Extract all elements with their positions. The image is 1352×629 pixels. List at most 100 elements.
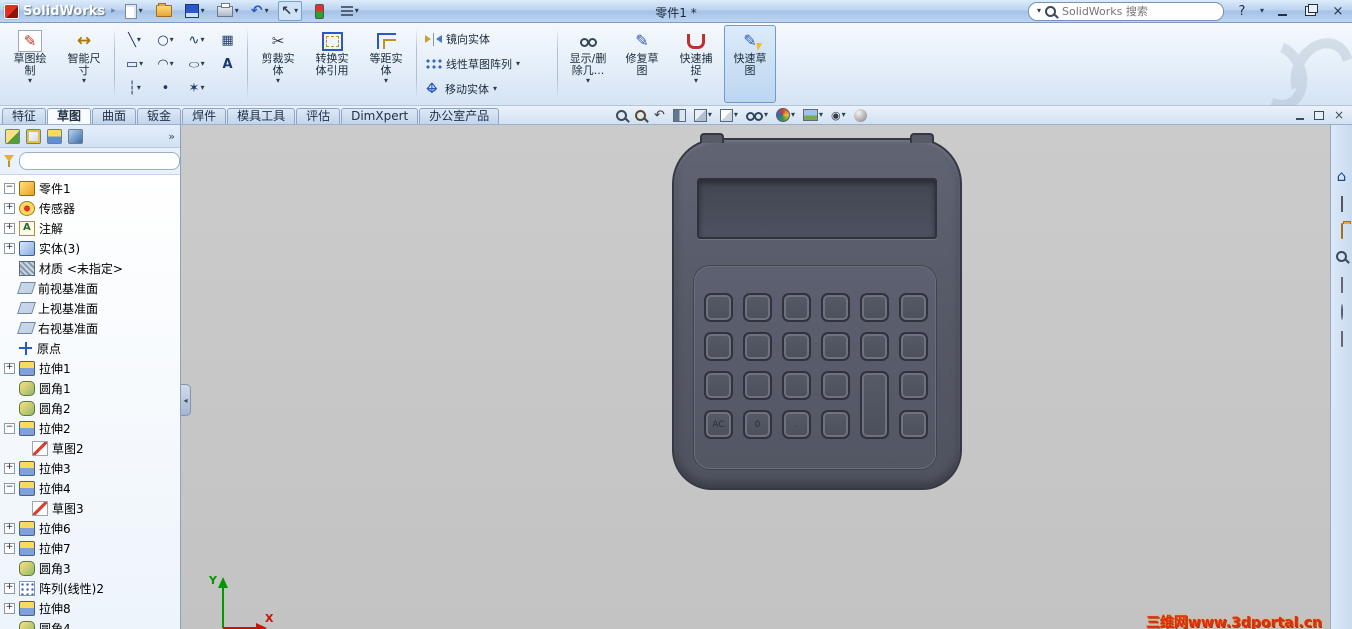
help-button[interactable]: ?: [1232, 3, 1252, 19]
tree-item-material[interactable]: 材质 <未指定>: [0, 258, 180, 278]
tree-item-solid-bodies[interactable]: + 实体(3): [0, 238, 180, 258]
sketch-button[interactable]: ✎ 草图绘制 ▾: [4, 25, 56, 103]
sketch-picture-button[interactable]: ▦: [212, 28, 243, 52]
calculator-display-face[interactable]: [697, 178, 937, 239]
tab-sheet-metal[interactable]: 钣金: [137, 108, 182, 124]
rapid-sketch-button[interactable]: ✎ 快速草图: [724, 25, 776, 103]
tab-dimxpert[interactable]: DimXpert: [341, 108, 419, 124]
collapse-box-icon[interactable]: −: [4, 182, 15, 194]
display-delete-relations-button[interactable]: 显示/删除几... ▾: [562, 25, 614, 103]
calculator-key[interactable]: [899, 410, 928, 439]
expand-box-icon[interactable]: +: [4, 582, 15, 594]
custom-properties-button[interactable]: [1340, 331, 1343, 347]
tree-item-right-plane[interactable]: 右视基准面: [0, 318, 180, 338]
tree-item-extrude4[interactable]: − 拉伸4: [0, 478, 180, 498]
toolbar-grip[interactable]: ▸: [111, 6, 116, 16]
text-tool-button[interactable]: A: [212, 52, 243, 76]
previous-view-button[interactable]: ↶: [654, 109, 665, 122]
calculator-key-tall[interactable]: [860, 371, 889, 439]
move-entities-button[interactable]: ↔ ↕ 移动实体 ▾: [423, 80, 551, 98]
arc-tool-button[interactable]: ◠ ▾: [150, 52, 181, 76]
expand-box-icon[interactable]: +: [4, 522, 15, 534]
search-panel-button[interactable]: [1336, 251, 1347, 265]
tree-item-sensors[interactable]: + 传感器: [0, 198, 180, 218]
polygon-tool-button[interactable]: ✶ ▾: [181, 76, 212, 100]
tree-item-fillet4[interactable]: 圆角4: [0, 618, 180, 629]
calculator-key[interactable]: [704, 332, 733, 361]
expand-box-icon[interactable]: +: [4, 602, 15, 614]
edit-appearance-button[interactable]: ▾: [775, 108, 795, 122]
dimxpertmanager-tab-icon[interactable]: [68, 128, 83, 144]
calculator-key[interactable]: [899, 332, 928, 361]
calculator-key[interactable]: [860, 332, 889, 361]
ellipse-tool-button[interactable]: ○ ▾: [181, 52, 212, 76]
minimize-button[interactable]: [1272, 3, 1292, 19]
expand-box-icon[interactable]: +: [4, 222, 15, 234]
featuremanager-tab-icon[interactable]: [5, 128, 20, 144]
display-style-button[interactable]: ▾: [719, 108, 738, 122]
quick-snaps-button[interactable]: 快速捕捉 ▾: [670, 25, 722, 103]
solidworks-resources-button[interactable]: ⌂: [1337, 169, 1347, 184]
calculator-key[interactable]: [782, 293, 811, 322]
save-button[interactable]: ▾: [182, 1, 208, 21]
spline-tool-button[interactable]: ∿ ▾: [181, 28, 212, 52]
tree-item-sketch3[interactable]: 草图3: [0, 498, 180, 518]
repair-sketch-button[interactable]: ✎ 修复草图: [616, 25, 668, 103]
tree-item-part[interactable]: − 零件1: [0, 178, 180, 198]
collapse-box-icon[interactable]: −: [4, 482, 15, 494]
tree-item-fillet3[interactable]: 圆角3: [0, 558, 180, 578]
zoom-area-button[interactable]: [635, 109, 646, 121]
propertymanager-tab-icon[interactable]: [26, 128, 41, 144]
hide-show-items-button[interactable]: ▾: [745, 111, 768, 121]
tab-features[interactable]: 特征: [2, 108, 47, 124]
new-document-button[interactable]: ▾: [122, 1, 146, 21]
calculator-model[interactable]: AC 0 .: [672, 133, 962, 490]
calculator-key[interactable]: [899, 371, 928, 400]
tree-item-extrude2[interactable]: − 拉伸2: [0, 418, 180, 438]
zoom-fit-button[interactable]: [616, 109, 627, 121]
tree-item-front-plane[interactable]: 前视基准面: [0, 278, 180, 298]
panel-tabs-overflow[interactable]: »: [168, 130, 175, 143]
expand-box-icon[interactable]: +: [4, 462, 15, 474]
calculator-key[interactable]: [782, 371, 811, 400]
view-palette-button[interactable]: [1340, 277, 1343, 293]
tree-item-sketch2[interactable]: 草图2: [0, 438, 180, 458]
tab-sketch[interactable]: 草图: [47, 108, 92, 124]
calculator-key-ac[interactable]: AC: [704, 410, 733, 439]
view-sphere-button[interactable]: [853, 108, 867, 122]
print-button[interactable]: ▾: [214, 1, 242, 21]
tab-surfaces[interactable]: 曲面: [92, 108, 137, 124]
calculator-key-zero[interactable]: 0: [743, 410, 772, 439]
linear-sketch-pattern-button[interactable]: 线性草图阵列 ▾: [423, 55, 551, 73]
tree-item-fillet1[interactable]: 圆角1: [0, 378, 180, 398]
calculator-key[interactable]: [704, 293, 733, 322]
calculator-key[interactable]: [782, 332, 811, 361]
tree-item-origin[interactable]: 原点: [0, 338, 180, 358]
restore-button[interactable]: [1300, 3, 1320, 19]
search-box[interactable]: ▾: [1027, 1, 1224, 21]
file-explorer-button[interactable]: [1340, 223, 1343, 239]
panel-collapse-handle[interactable]: ◂: [181, 384, 191, 416]
open-button[interactable]: [152, 1, 176, 21]
calculator-key[interactable]: [821, 410, 850, 439]
line-tool-button[interactable]: ╲ ▾: [119, 28, 150, 52]
tab-office-products[interactable]: 办公室产品: [419, 108, 500, 124]
configurationmanager-tab-icon[interactable]: [47, 128, 62, 144]
rebuild-button[interactable]: [308, 1, 332, 21]
design-library-button[interactable]: [1340, 196, 1343, 212]
tab-mold-tools[interactable]: 模具工具: [227, 108, 296, 124]
smart-dimension-button[interactable]: ↔ 智能尺寸 ▾: [58, 25, 110, 103]
expand-box-icon[interactable]: +: [4, 202, 15, 214]
tab-evaluate[interactable]: 评估: [296, 108, 341, 124]
trim-entities-button[interactable]: ✂ 剪裁实体 ▾: [252, 25, 304, 103]
collapse-box-icon[interactable]: −: [4, 422, 15, 434]
viewport-3d[interactable]: ◂ AC 0 . Y X 三维网www.3dportal.cn: [181, 125, 1330, 629]
calculator-key[interactable]: [899, 293, 928, 322]
tab-weldments[interactable]: 焊件: [182, 108, 227, 124]
view-settings-button[interactable]: ◉ ▾: [831, 110, 846, 121]
calculator-top-tab[interactable]: [910, 133, 934, 143]
apply-scene-button[interactable]: ▾: [802, 109, 823, 121]
centerline-tool-button[interactable]: ┆ ▾: [119, 76, 150, 100]
tree-item-top-plane[interactable]: 上视基准面: [0, 298, 180, 318]
feature-tree-filter-input[interactable]: [19, 152, 180, 170]
